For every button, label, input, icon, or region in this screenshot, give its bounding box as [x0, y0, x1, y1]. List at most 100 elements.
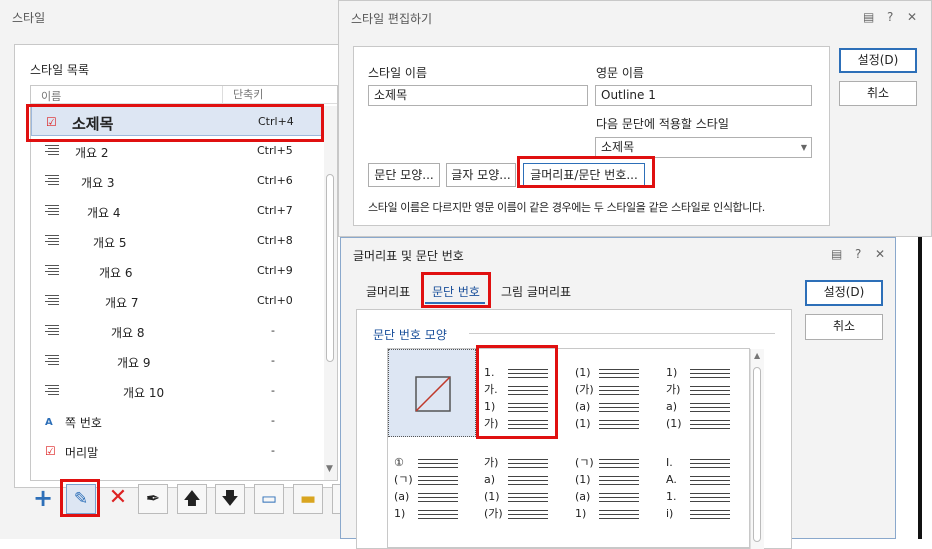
- tab-bullet[interactable]: 글머리표: [366, 283, 410, 300]
- numbering-preset[interactable]: (ㄱ) (1) (a) 1): [569, 439, 657, 527]
- numbering-preset[interactable]: 가) a) (1) (가): [478, 439, 566, 527]
- column-header-shortcut[interactable]: 단축키: [222, 86, 263, 104]
- style-row[interactable]: A 쪽 번호 -: [31, 406, 323, 436]
- preset-label: (1): [575, 366, 591, 379]
- bullet-numbering-dialog: 글머리표 및 문단 번호 ▤ ? ✕ 글머리표 문단 번호 그림 글머리표 문단…: [340, 237, 896, 549]
- style-row-shortcut: -: [271, 444, 275, 457]
- help-box-icon[interactable]: ▤: [863, 10, 874, 24]
- style-row[interactable]: 개요 7 Ctrl+0: [31, 286, 323, 316]
- paragraph-style-icon: [45, 204, 59, 218]
- scroll-up-arrow[interactable]: ▲: [754, 351, 760, 360]
- close-icon[interactable]: ✕: [907, 10, 917, 24]
- check-style-icon: ☑: [45, 444, 56, 458]
- tab-picture-bullet[interactable]: 그림 글머리표: [501, 283, 571, 300]
- numbering-preset[interactable]: 1) 가) a) (1): [660, 349, 748, 437]
- scroll-down-arrow[interactable]: ▼: [326, 464, 333, 474]
- import-style-button[interactable]: ▭: [254, 484, 284, 514]
- delete-style-button[interactable]: ✕: [103, 484, 133, 514]
- preset-text-lines: [508, 473, 548, 485]
- preset-scrollbar[interactable]: ▲: [750, 349, 764, 549]
- help-icon[interactable]: ?: [855, 247, 861, 261]
- style-row[interactable]: 개요 8 -: [31, 316, 323, 346]
- preset-text-lines: [690, 456, 730, 468]
- preset-text-lines: [690, 366, 730, 378]
- style-row-shortcut: -: [271, 354, 275, 367]
- style-row-name: 개요 3: [81, 176, 115, 190]
- preset-text-lines: [690, 400, 730, 412]
- paragraph-style-icon: [45, 264, 59, 278]
- open-folder-button[interactable]: ▬: [293, 484, 323, 514]
- style-list-title: 스타일 목록: [30, 63, 90, 77]
- folder-icon: ▬: [299, 489, 317, 509]
- scroll-thumb[interactable]: [326, 174, 334, 362]
- help-box-icon[interactable]: ▤: [831, 247, 842, 261]
- edit-ok-button[interactable]: 설정(D): [839, 48, 917, 73]
- preset-label: (ㄱ): [394, 473, 413, 486]
- paragraph-style-icon: [45, 324, 59, 338]
- paragraph-style-icon: [45, 354, 59, 368]
- preset-text-lines: [599, 456, 639, 468]
- style-row-name: 개요 9: [117, 356, 151, 370]
- paragraph-shape-button[interactable]: 문단 모양...: [368, 163, 440, 187]
- move-up-button[interactable]: 🡅: [177, 484, 207, 514]
- style-row[interactable]: 개요 10 -: [31, 376, 323, 406]
- preset-label: a): [666, 400, 678, 413]
- folder-style-icon: ▭: [260, 489, 278, 509]
- style-row[interactable]: ☑ 머리말 -: [31, 436, 323, 466]
- style-window-title: 스타일: [12, 11, 46, 25]
- english-name-label: 영문 이름: [596, 66, 644, 80]
- scroll-thumb[interactable]: [753, 367, 761, 542]
- style-row-shortcut: Ctrl+8: [257, 234, 293, 247]
- preset-label: (a): [394, 490, 410, 503]
- style-row[interactable]: 개요 9 -: [31, 346, 323, 376]
- column-header-name[interactable]: 이름: [41, 88, 61, 104]
- style-row[interactable]: 개요 5 Ctrl+8: [31, 226, 323, 256]
- style-row[interactable]: 개요 4 Ctrl+7: [31, 196, 323, 226]
- bullet-cancel-button[interactable]: 취소: [805, 314, 883, 340]
- help-icon[interactable]: ?: [887, 10, 893, 24]
- preset-label: I.: [666, 456, 673, 469]
- preset-text-lines: [599, 473, 639, 485]
- preset-label: (가): [575, 383, 594, 396]
- style-name-input[interactable]: 소제목: [368, 85, 588, 106]
- numbering-preset[interactable]: (1) (가) (a) (1): [569, 349, 657, 437]
- preset-grid: 1. 가. 1) 가) (1) (가) (a) (1) 1) 가) a) (1) ① (ㄱ) (a) 1) 가)…: [387, 345, 764, 549]
- no-numbering-icon: [415, 376, 451, 412]
- style-note: 스타일 이름은 다르지만 영문 이름이 같은 경우에는 두 스타일을 같은 스타…: [368, 201, 765, 214]
- paragraph-style-icon: [45, 174, 59, 188]
- numbering-preset[interactable]: ① (ㄱ) (a) 1): [388, 439, 476, 527]
- style-row[interactable]: 개요 3 Ctrl+6: [31, 166, 323, 196]
- numbering-preset[interactable]: I. A. 1. i): [660, 439, 748, 527]
- english-name-input[interactable]: Outline 1: [595, 85, 812, 106]
- preset-text-lines: [599, 383, 639, 395]
- dropdown-arrow-icon: ▼: [800, 143, 807, 152]
- vertical-scrollbar[interactable]: ▼: [324, 106, 337, 480]
- preset-text-lines: [418, 507, 458, 519]
- style-row-shortcut: -: [271, 414, 275, 427]
- move-down-button[interactable]: 🡇: [215, 484, 245, 514]
- preset-text-lines: [418, 490, 458, 502]
- bullet-ok-button[interactable]: 설정(D): [805, 280, 883, 306]
- char-shape-button[interactable]: 글자 모양...: [446, 163, 516, 187]
- preset-text-lines: [418, 456, 458, 468]
- add-style-button[interactable]: +: [28, 484, 58, 514]
- pen-check-icon: ✒: [145, 489, 161, 509]
- edit-cancel-button[interactable]: 취소: [839, 81, 917, 106]
- close-icon[interactable]: ✕: [875, 247, 885, 261]
- preset-text-lines: [599, 366, 639, 378]
- preset-none[interactable]: [388, 349, 476, 437]
- preset-label: 가): [666, 383, 681, 396]
- style-window: 스타일 스타일 목록 이름 단축키 ☑ 소제목 Ctrl+4 개요 2 Ctrl+5 개요…: [0, 0, 346, 539]
- style-row[interactable]: 개요 6 Ctrl+9: [31, 256, 323, 286]
- preset-text-lines: [690, 417, 730, 429]
- bullet-dialog-title: 글머리표 및 문단 번호: [353, 249, 464, 263]
- next-style-select[interactable]: 소제목 ▼: [595, 137, 812, 158]
- paragraph-style-icon: [45, 384, 59, 398]
- preset-text-lines: [508, 507, 548, 519]
- paragraph-style-icon: [45, 144, 59, 158]
- style-row-shortcut: Ctrl+5: [257, 144, 293, 157]
- paragraph-style-icon: [45, 294, 59, 308]
- replace-style-button[interactable]: ✒: [138, 484, 168, 514]
- preset-label: (1): [575, 473, 591, 486]
- highlight-edit-button: [60, 479, 100, 517]
